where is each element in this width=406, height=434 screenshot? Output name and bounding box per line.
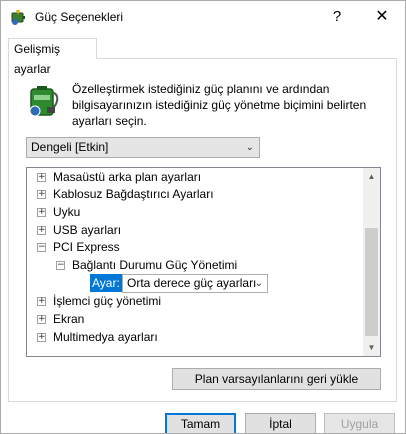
window-title: Güç Seçenekleri [35,10,124,24]
settings-tree[interactable]: + Masaüstü arka plan ayarları + Kablosuz… [26,167,381,357]
chevron-down-icon: ⌄ [245,142,254,153]
expand-icon[interactable]: + [37,208,46,217]
apply-button[interactable]: Uygula [324,413,395,433]
tree-item-label: Masaüstü arka plan ayarları [53,170,202,184]
expand-icon[interactable]: + [37,190,46,199]
collapse-icon[interactable]: − [56,261,65,270]
power-plan-value: Dengeli [Etkin] [31,140,109,154]
power-plan-dropdown[interactable]: Dengeli [Etkin] ⌄ [26,137,260,158]
setting-label: Ayar: [90,274,122,292]
tab-advanced-settings[interactable]: Gelişmiş ayarlar [8,38,97,76]
title-bar[interactable]: Güç Seçenekleri ? ✕ [1,1,405,33]
chevron-down-icon: ⌄ [254,278,263,289]
tree-item-label: Ekran [53,312,85,326]
setting-value: Orta derece güç ayarları [127,276,257,290]
ok-button[interactable]: Tamam [165,413,236,433]
tree-item-label: Multimedya ayarları [53,330,158,344]
close-button[interactable]: ✕ [359,1,405,33]
expand-icon[interactable]: + [37,226,46,235]
restore-defaults-button[interactable]: Plan varsayılanlarını geri yükle [172,368,381,390]
collapse-icon[interactable]: − [37,243,46,252]
expand-icon[interactable]: + [37,333,46,342]
tree-item-label: Kablosuz Bağdaştırıcı Ayarları [53,187,214,201]
tree-item-label: USB ayarları [53,223,122,237]
power-options-icon [11,10,25,25]
expand-icon[interactable]: + [37,173,46,182]
cancel-button[interactable]: İptal [245,413,316,433]
power-options-dialog: Güç Seçenekleri ? ✕ Gelişmiş ayarlar Öze… [0,0,406,434]
expand-icon[interactable]: + [37,297,46,306]
vertical-scrollbar[interactable]: ▲ ▼ [363,168,380,356]
setting-value-select[interactable]: Orta derece güç ayarları ⌄ [122,274,268,293]
description-text: Özelleştirmek istediğiniz güç planını ve… [72,82,367,128]
help-button[interactable]: ? [314,1,360,33]
scroll-down-arrow-icon[interactable]: ▼ [363,339,380,356]
tree-item-label: Bağlantı Durumu Güç Yönetimi [72,258,238,272]
expand-icon[interactable]: + [37,315,46,324]
scroll-up-arrow-icon[interactable]: ▲ [363,168,380,185]
scrollbar-thumb[interactable] [365,228,378,336]
tree-item-label: İşlemci güç yönetimi [53,294,162,308]
battery-power-icon [29,86,59,117]
tree-item-label: PCI Express [53,240,120,254]
tree-item-label: Uyku [53,205,81,219]
